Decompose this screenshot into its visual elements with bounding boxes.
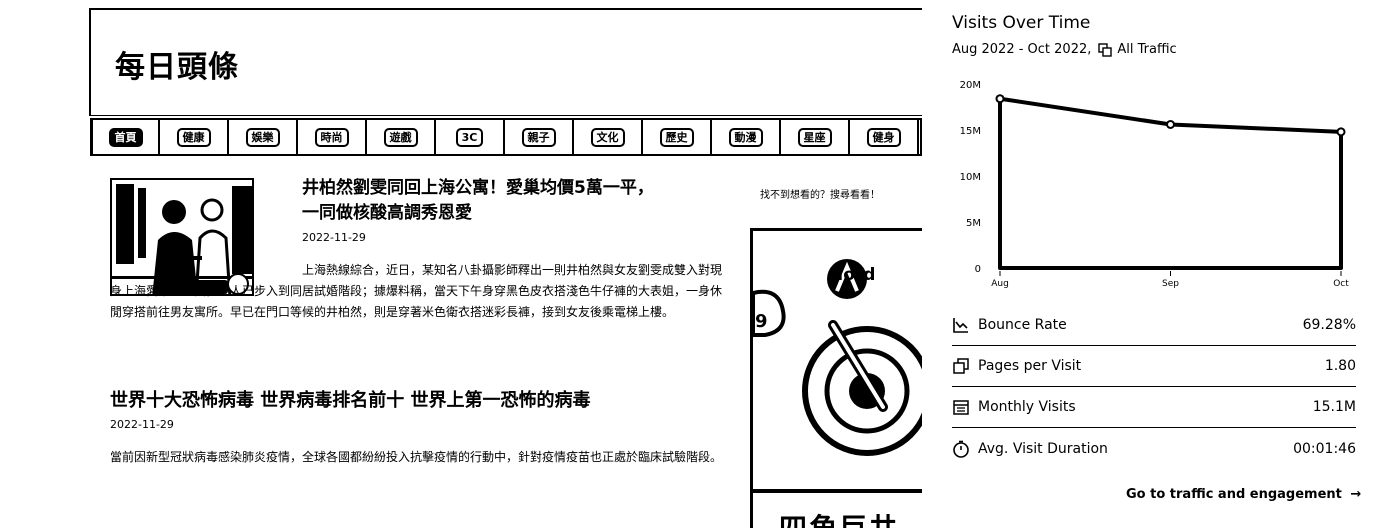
pages-icon [952, 357, 970, 375]
metric-value: 69.28% [1302, 317, 1356, 333]
y-tick-label: 15M [960, 126, 981, 137]
metric-bounce-rate: Bounce Rate 69.28% [952, 305, 1356, 346]
traffic-filter[interactable]: All Traffic [1117, 42, 1176, 57]
article-date: 2022-11-29 [302, 231, 366, 244]
nav-tab[interactable]: 文化 [574, 120, 643, 154]
article-title[interactable]: 井柏然劉雯同回上海公寓！愛巢均價5萬一平， 一同做核酸高調秀恩愛 [302, 176, 722, 226]
nav-tab-label: 遊戲 [383, 127, 418, 147]
x-tick-label: Oct [1333, 279, 1349, 289]
metric-label: Bounce Rate [978, 317, 1067, 333]
nav-tab[interactable]: 娛樂 [229, 120, 298, 154]
nav-tab[interactable]: 遊戲 [367, 120, 436, 154]
nav-tab[interactable]: 星座 [781, 120, 850, 154]
metric-value: 15.1M [1312, 399, 1356, 415]
metric-monthly-visits: Monthly Visits 15.1M [952, 387, 1356, 428]
metric-label: Pages per Visit [978, 358, 1082, 374]
nav-tab[interactable]: 時尚 [298, 120, 367, 154]
category-nav: 首頁 健康 娛樂 時尚 遊戲 3C 親子 文化 歷史 動漫 星座 健身 [90, 118, 922, 156]
nav-tab[interactable]: 3C [436, 120, 505, 154]
nav-tab-label: 星座 [797, 127, 832, 147]
panel-title: Visits Over Time [952, 13, 1091, 33]
nav-tab-label: 首頁 [108, 127, 143, 147]
news-site: 每日頭條 首頁 健康 娛樂 時尚 遊戲 3C 親子 文化 歷史 動漫 星座 健身 井柏然劉雯同回上海公… [0, 0, 922, 528]
nav-tab[interactable]: 健康 [160, 120, 229, 154]
metric-label: Monthly Visits [978, 399, 1076, 415]
article-excerpt: 當前因新型冠狀病毒感染肺炎疫情，全球各國都紛紛投入抗擊疫情的行動中，針對疫情疫苗… [110, 450, 723, 464]
nav-tab-label: 娛樂 [245, 127, 280, 147]
metric-label: Avg. Visit Duration [978, 440, 1108, 457]
x-tick-label: Aug [991, 279, 1009, 289]
svg-text:9: 9 [755, 311, 768, 332]
traffic-engagement-link[interactable]: Go to traffic and engagement → [1126, 487, 1361, 502]
nav-tab[interactable]: 親子 [505, 120, 574, 154]
bounce-rate-icon [952, 316, 970, 334]
search-hint-link[interactable]: 找不到想看的？搜尋看看！ [760, 186, 880, 201]
calendar-icon [952, 398, 970, 416]
data-point [995, 94, 1005, 104]
metric-pages-per-visit: Pages per Visit 1.80 [952, 346, 1356, 387]
nav-tab-label: 歷史 [659, 127, 694, 147]
y-tick-label: 20M [960, 80, 981, 91]
nav-tab[interactable]: 健身 [850, 120, 919, 154]
data-point [1166, 119, 1175, 129]
metric-value: 1.80 [1324, 358, 1356, 374]
ad-brand: Nord [829, 265, 876, 285]
traffic-source-icon [1098, 42, 1113, 57]
timer-icon [952, 440, 970, 458]
nav-tab-label: 健康 [176, 127, 211, 147]
site-header: 每日頭條 [89, 8, 922, 116]
data-point [1336, 127, 1346, 137]
nav-tab-label: 動漫 [728, 127, 763, 147]
nav-tab[interactable]: 動漫 [712, 120, 781, 154]
article-excerpt: 上海熱線綜合，近日，某知名八卦攝影師釋出一則井柏然與女友劉雯成雙入對現身上海愛巢… [110, 263, 723, 319]
traffic-panel: Visits Over Time Aug 2022 - Oct 2022, Al… [940, 0, 1381, 528]
nav-tab[interactable]: 首頁 [92, 120, 160, 154]
advertisement-banner[interactable]: 9 Nord 四角巨井 [750, 228, 922, 528]
article-title[interactable]: 世界十大恐怖病毒 世界病毒排名前十 世界上第一恐怖的病毒 [110, 388, 591, 414]
ad-headline: 四角巨井 [779, 507, 899, 528]
metric-value: 00:01:46 [1293, 440, 1356, 457]
article-date: 2022-11-29 [110, 418, 174, 431]
arrow-right-icon: → [1350, 487, 1362, 502]
date-range: Aug 2022 - Oct 2022, [952, 42, 1092, 57]
nav-tab-label: 健身 [866, 127, 901, 147]
y-tick-label: 0 [975, 264, 981, 275]
site-title[interactable]: 每日頭條 [115, 42, 239, 86]
metric-avg-visit-duration: Avg. Visit Duration 00:01:46 [952, 428, 1356, 469]
nav-tab-label: 時尚 [314, 127, 349, 147]
nav-tab-label: 文化 [590, 127, 625, 147]
visits-line-chart: 0 5M 10M 15M 20M Aug Sep Oct [960, 80, 1350, 289]
nav-tab-label: 親子 [521, 127, 556, 147]
x-tick-label: Sep [1162, 279, 1179, 289]
nav-tab[interactable]: 歷史 [643, 120, 712, 154]
nav-tab-label: 3C [455, 127, 484, 147]
panel-subtitle: Aug 2022 - Oct 2022, All Traffic [952, 42, 1177, 57]
y-tick-label: 5M [966, 218, 981, 229]
y-tick-label: 10M [960, 172, 981, 183]
